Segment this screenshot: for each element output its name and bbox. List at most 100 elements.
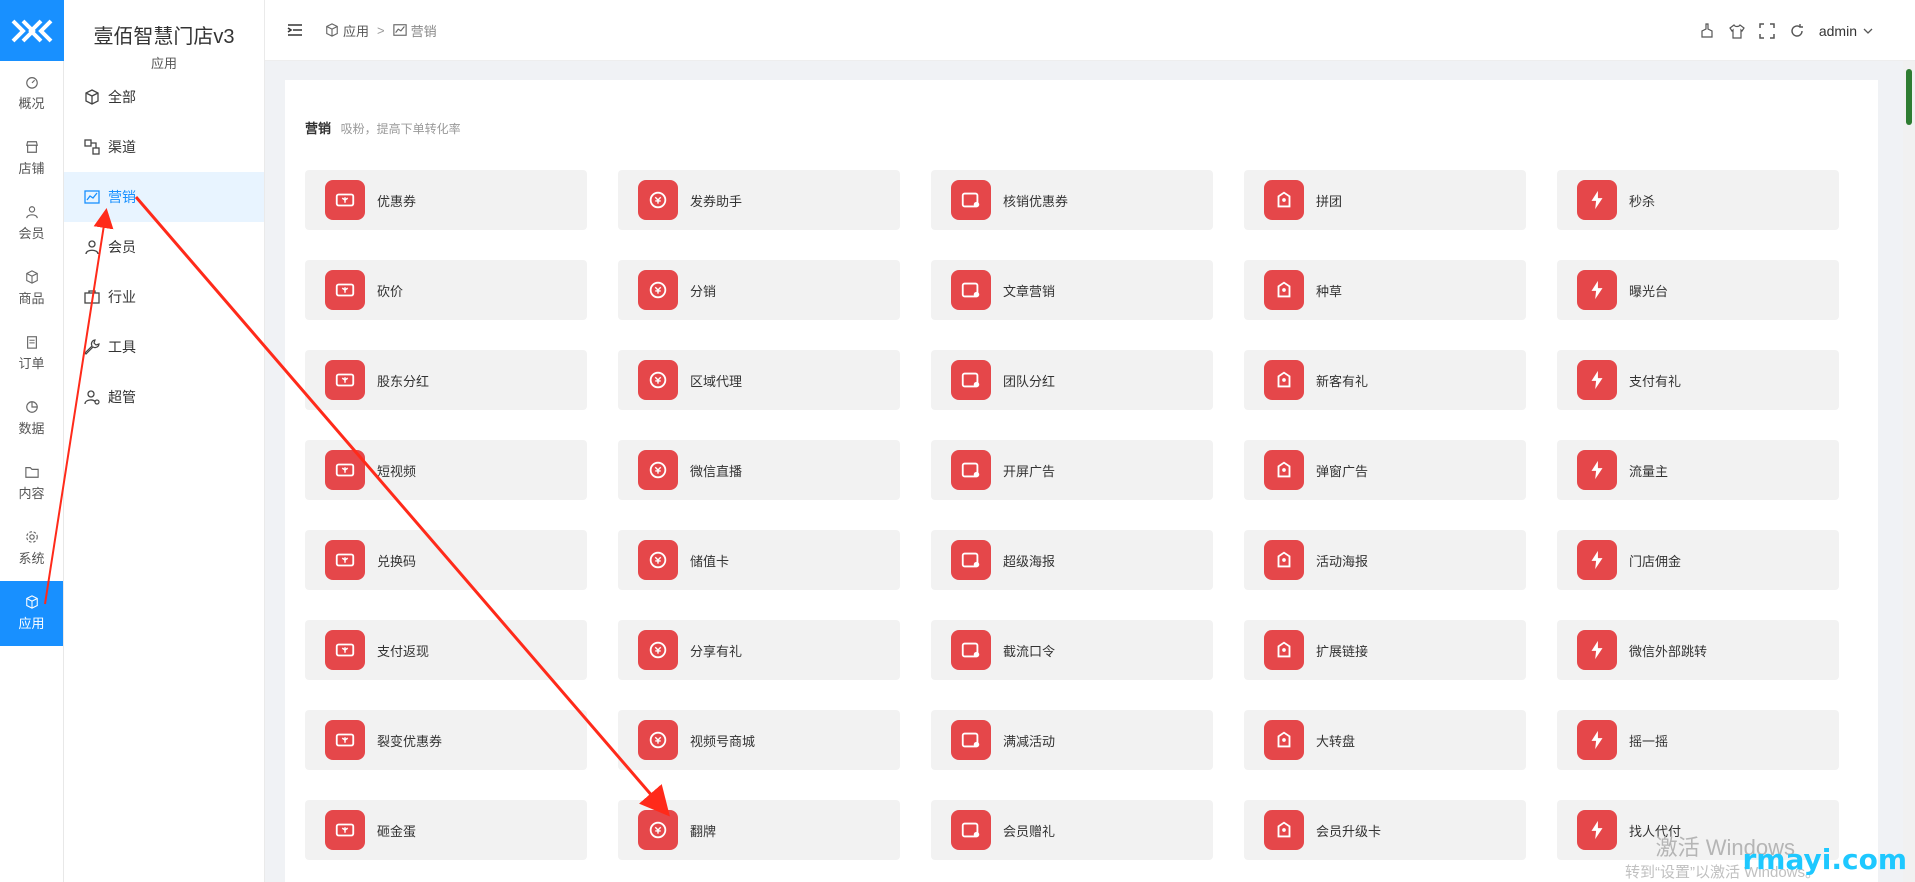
app-card-label: 大转盘: [1316, 733, 1356, 749]
menu-fold-icon[interactable]: [287, 22, 303, 38]
app-card[interactable]: 支付返现: [305, 620, 587, 680]
app-card[interactable]: 拼团: [1244, 170, 1526, 230]
app-card-label: 满减活动: [1003, 733, 1056, 749]
app-card[interactable]: 满减活动: [931, 710, 1213, 770]
app-logo[interactable]: [0, 0, 64, 61]
main-panel: 营销 吸粉，提高下单转化率 优惠券 发券助手 核销优惠券 拼团 秒杀 砍价 分销 文章营销 种草…: [285, 80, 1878, 882]
app-icon: [325, 810, 365, 850]
app-icon: [325, 720, 365, 760]
app-card[interactable]: 种草: [1244, 260, 1526, 320]
app-icon: [638, 810, 678, 850]
app-card[interactable]: 短视频: [305, 440, 587, 500]
app-card[interactable]: 截流口令: [931, 620, 1213, 680]
rail-item-content[interactable]: 内容: [0, 451, 63, 516]
app-card[interactable]: 微信外部跳转: [1557, 620, 1839, 680]
sub-item-tools[interactable]: 工具: [64, 322, 264, 372]
rail-item-goods[interactable]: 商品: [0, 256, 63, 321]
app-card[interactable]: 新客有礼: [1244, 350, 1526, 410]
app-card[interactable]: 视频号商城: [618, 710, 900, 770]
gear-icon: [25, 531, 38, 543]
rail-item-data[interactable]: 数据: [0, 386, 63, 451]
scrollbar-thumb[interactable]: [1906, 69, 1912, 125]
app-icon: [951, 360, 991, 400]
app-card-label: 分销: [690, 283, 717, 299]
sub-item-channel[interactable]: 渠道: [64, 122, 264, 172]
app-card-label: 摇一摇: [1629, 733, 1669, 749]
fullscreen-icon[interactable]: [1759, 22, 1775, 39]
app-card[interactable]: 储值卡: [618, 530, 900, 590]
rail-item-member[interactable]: 会员: [0, 191, 63, 256]
app-card[interactable]: 翻牌: [618, 800, 900, 860]
sub-item-label: 渠道: [108, 139, 136, 155]
app-card[interactable]: 曝光台: [1557, 260, 1839, 320]
app-card[interactable]: 区域代理: [618, 350, 900, 410]
box-icon: [85, 89, 99, 105]
sub-item-industry[interactable]: 行业: [64, 272, 264, 322]
app-card[interactable]: 大转盘: [1244, 710, 1526, 770]
sub-item-superadmin[interactable]: 超管: [64, 372, 264, 422]
app-card[interactable]: 扩展链接: [1244, 620, 1526, 680]
app-card[interactable]: 流量主: [1557, 440, 1839, 500]
clear-cache-icon[interactable]: [1699, 22, 1715, 39]
app-card[interactable]: 发券助手: [618, 170, 900, 230]
app-card[interactable]: 兑换码: [305, 530, 587, 590]
app-card-label: 优惠券: [377, 193, 417, 209]
app-card[interactable]: 弹窗广告: [1244, 440, 1526, 500]
app-card-label: 门店佣金: [1629, 553, 1682, 569]
app-card[interactable]: 超级海报: [931, 530, 1213, 590]
refresh-icon[interactable]: [1789, 23, 1805, 39]
app-card-label: 曝光台: [1629, 283, 1669, 299]
app-card[interactable]: 支付有礼: [1557, 350, 1839, 410]
app-icon: [1577, 630, 1617, 670]
brand-title: 壹佰智慧门店v3: [93, 26, 235, 48]
briefcase-icon: [84, 290, 100, 304]
app-icon: [1577, 450, 1617, 490]
rail-label: 内容: [18, 486, 45, 501]
app-icon: [325, 180, 365, 220]
app-grid: 优惠券 发券助手 核销优惠券 拼团 秒杀砍价 分销 文章营销 种草 曝光台股东分红 区域代理 团队分…: [305, 170, 1839, 860]
rail-label: 订单: [18, 356, 45, 371]
rail-item-system[interactable]: 系统: [0, 516, 63, 581]
app-card[interactable]: 团队分红: [931, 350, 1213, 410]
theme-shirt-icon[interactable]: [1729, 23, 1745, 39]
page-scrollbar[interactable]: [1903, 61, 1915, 882]
rail-item-apps[interactable]: 应用: [0, 581, 63, 646]
sub-item-member[interactable]: 会员: [64, 222, 264, 272]
user-icon: [85, 240, 99, 255]
app-card[interactable]: 门店佣金: [1557, 530, 1839, 590]
app-card[interactable]: 会员赠礼: [931, 800, 1213, 860]
app-card[interactable]: 砸金蛋: [305, 800, 587, 860]
app-card[interactable]: 摇一摇: [1557, 710, 1839, 770]
app-card-label: 开屏广告: [1003, 463, 1056, 479]
breadcrumb-apps[interactable]: 应用: [343, 21, 369, 40]
app-card[interactable]: 裂变优惠券: [305, 710, 587, 770]
app-card[interactable]: 开屏广告: [931, 440, 1213, 500]
app-card-label: 视频号商城: [690, 733, 756, 749]
wrench-icon: [84, 339, 100, 355]
sub-item-all[interactable]: 全部: [64, 72, 264, 122]
app-card[interactable]: 微信直播: [618, 440, 900, 500]
app-card[interactable]: 活动海报: [1244, 530, 1526, 590]
app-card[interactable]: 秒杀: [1557, 170, 1839, 230]
app-card[interactable]: 砍价: [305, 260, 587, 320]
user-menu[interactable]: admin: [1819, 23, 1873, 39]
app-icon: [325, 270, 365, 310]
app-card[interactable]: 文章营销: [931, 260, 1213, 320]
sub-item-label: 会员: [108, 239, 136, 255]
app-card-label: 股东分红: [377, 373, 430, 389]
app-card-label: 流量主: [1629, 463, 1669, 479]
sub-item-label: 全部: [108, 89, 136, 105]
box-icon: [25, 270, 38, 284]
app-card[interactable]: 分销: [618, 260, 900, 320]
app-card[interactable]: 会员升级卡: [1244, 800, 1526, 860]
rail-item-order[interactable]: 订单: [0, 321, 63, 386]
app-icon: [951, 720, 991, 760]
app-card[interactable]: 分享有礼: [618, 620, 900, 680]
rail-item-store[interactable]: 店铺: [0, 126, 63, 191]
app-card[interactable]: 股东分红: [305, 350, 587, 410]
sub-item-marketing[interactable]: 营销: [64, 172, 264, 222]
app-card[interactable]: 核销优惠券: [931, 170, 1213, 230]
app-icon: [1264, 810, 1304, 850]
app-card[interactable]: 优惠券: [305, 170, 587, 230]
rail-item-overview[interactable]: 概况: [0, 61, 63, 126]
